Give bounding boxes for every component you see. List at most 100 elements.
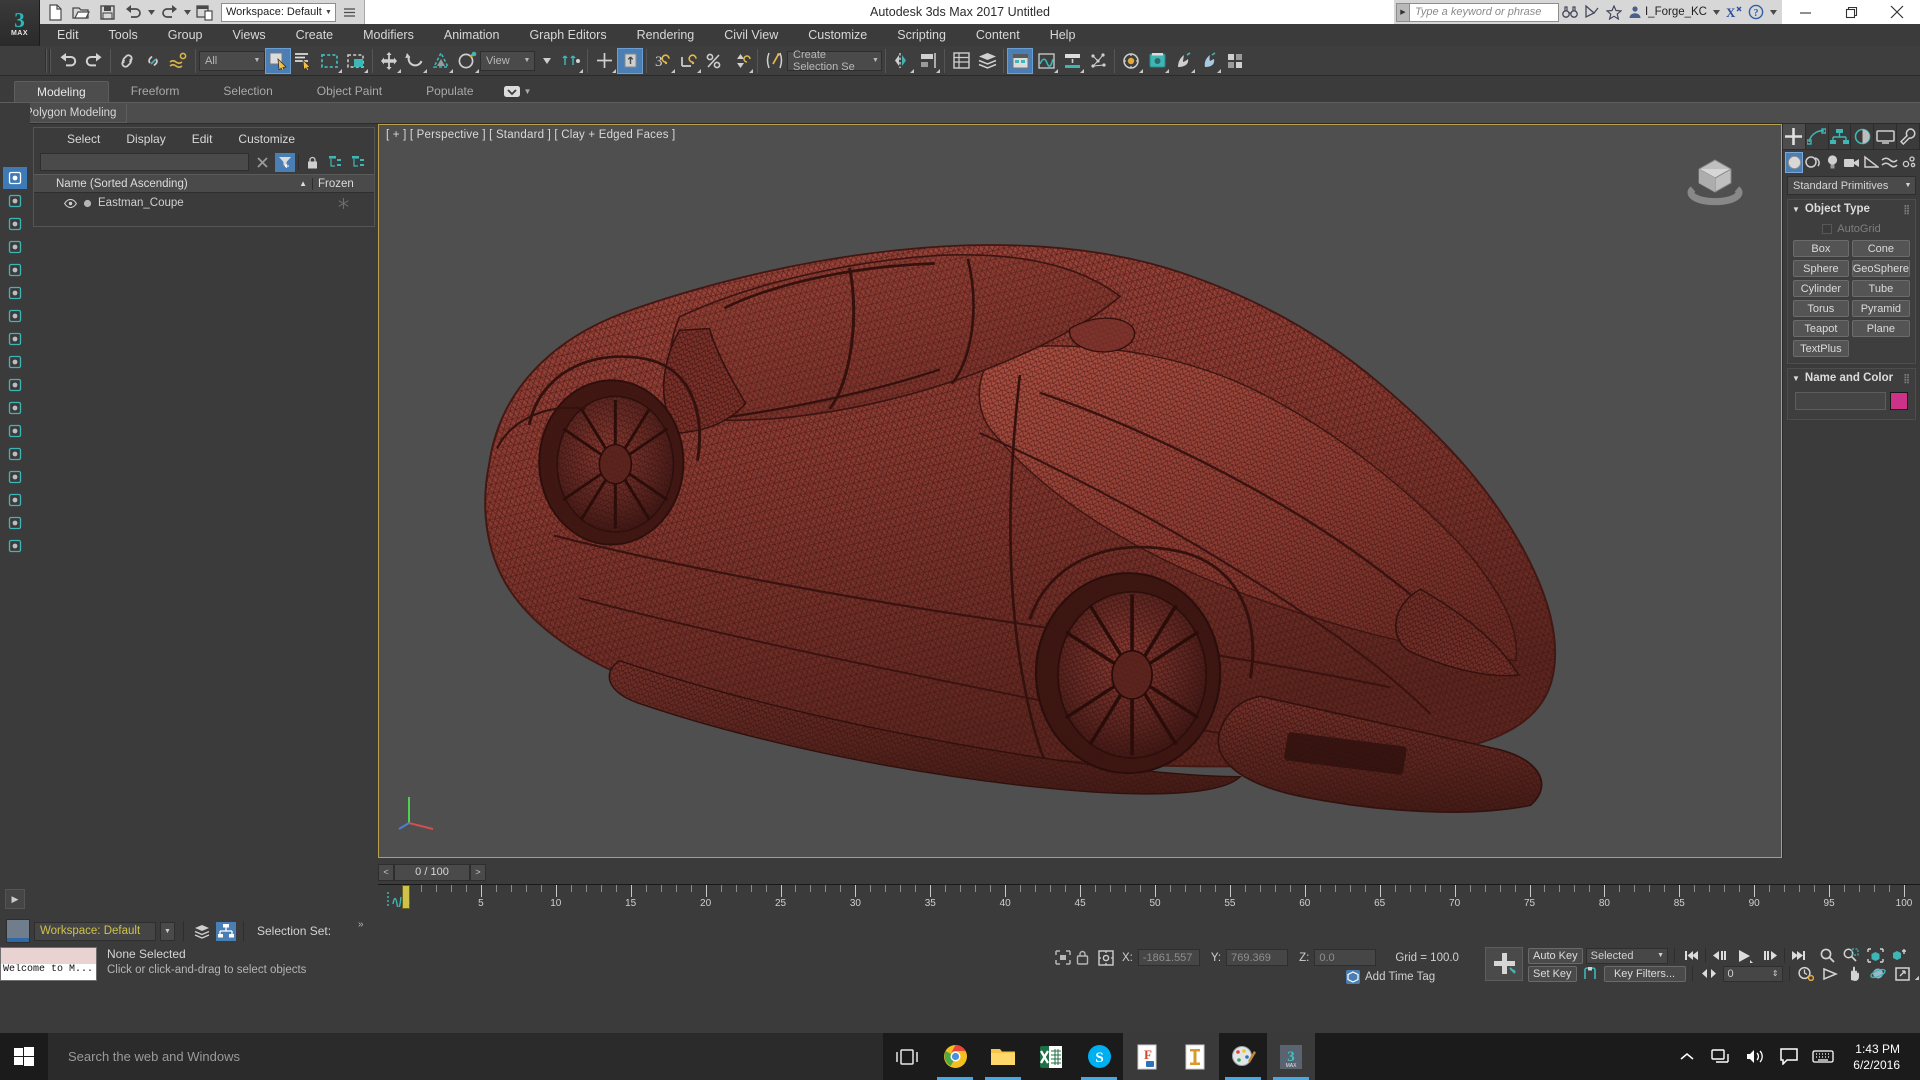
funnel-icon[interactable] bbox=[3, 512, 27, 534]
scene-object-entry[interactable]: Eastman_Coupe bbox=[34, 197, 312, 209]
menu-item-content[interactable]: Content bbox=[961, 24, 1035, 46]
menu-item-customize[interactable]: Customize bbox=[793, 24, 882, 46]
primitive-button-textplus[interactable]: TextPlus bbox=[1793, 340, 1849, 357]
ribbon-tab-freeform[interactable]: Freeform bbox=[109, 81, 202, 102]
help-dropdown-icon[interactable] bbox=[1767, 1, 1780, 23]
pan-icon[interactable] bbox=[1844, 965, 1865, 982]
primitive-button-cone[interactable]: Cone bbox=[1851, 240, 1910, 257]
zoom-extents-all-icon[interactable] bbox=[1889, 947, 1910, 964]
rollout-header-name-and-color[interactable]: ▼ Name and Color ⣿ bbox=[1788, 369, 1915, 387]
listener-white-field[interactable]: Welcome to M... bbox=[1, 964, 96, 980]
new-file-icon[interactable] bbox=[42, 1, 68, 23]
explorer-menu-display[interactable]: Display bbox=[113, 132, 178, 146]
listener-pink-field[interactable] bbox=[1, 948, 96, 964]
ribbon-tab-modeling[interactable]: Modeling bbox=[14, 81, 109, 102]
project-folder-icon[interactable] bbox=[192, 1, 218, 23]
explorer-menu-customize[interactable]: Customize bbox=[225, 132, 308, 146]
select-and-rotate-icon[interactable] bbox=[402, 48, 428, 74]
scene-explorer-toggle-icon[interactable] bbox=[216, 921, 236, 941]
primitive-button-box[interactable]: Box bbox=[1793, 240, 1849, 257]
keyboard-icon[interactable] bbox=[1807, 1033, 1839, 1080]
object-category-combo[interactable]: Standard Primitives ▼ bbox=[1787, 176, 1916, 195]
primitive-button-torus[interactable]: Torus bbox=[1793, 300, 1849, 317]
curve-editor-icon[interactable] bbox=[1033, 48, 1059, 74]
taskbar-clock[interactable]: 1:43 PM 6/2/2016 bbox=[1841, 1033, 1912, 1080]
render-iterative-icon[interactable] bbox=[1222, 48, 1248, 74]
absolute-relative-toggle-icon[interactable] bbox=[1098, 949, 1114, 966]
next-frame-icon[interactable] bbox=[1760, 947, 1781, 964]
select-by-name-icon[interactable] bbox=[291, 48, 317, 74]
collapse-arrow-icon[interactable]: ▼ bbox=[1792, 374, 1800, 383]
primitive-button-cylinder[interactable]: Cylinder bbox=[1793, 280, 1849, 297]
primitive-button-geosphere[interactable]: GeoSphere bbox=[1851, 260, 1910, 277]
redo-icon[interactable] bbox=[81, 48, 107, 74]
close-button[interactable] bbox=[1874, 0, 1920, 24]
layer-stack-icon[interactable] bbox=[192, 922, 212, 941]
grid-icon[interactable] bbox=[3, 374, 27, 396]
time-configuration-icon[interactable] bbox=[1796, 965, 1817, 982]
explorer-menu-select[interactable]: Select bbox=[54, 132, 113, 146]
select-rotate-icon[interactable] bbox=[3, 213, 27, 235]
time-tag-icon[interactable] bbox=[1345, 969, 1361, 985]
expand-left-panel-icon[interactable]: ▶ bbox=[5, 889, 25, 909]
collapse-arrow-icon[interactable]: ▼ bbox=[1792, 205, 1800, 214]
skype-icon[interactable]: S bbox=[1075, 1033, 1123, 1080]
help-icon[interactable]: ? bbox=[1745, 1, 1767, 23]
y-coord-input[interactable]: 769.369 bbox=[1226, 949, 1289, 966]
object-name-label[interactable]: Eastman_Coupe bbox=[98, 197, 184, 209]
taskbar-search-box[interactable]: Search the web and Windows bbox=[48, 1033, 883, 1080]
display-tab[interactable] bbox=[1874, 124, 1898, 149]
infocenter-expand-icon[interactable]: ▶ bbox=[1395, 2, 1409, 22]
object-name-input[interactable] bbox=[1795, 392, 1886, 410]
move-tool-icon[interactable] bbox=[3, 282, 27, 304]
align-icon[interactable] bbox=[915, 48, 941, 74]
primitive-button-pyramid[interactable]: Pyramid bbox=[1851, 300, 1910, 317]
workspace-menu-icon[interactable] bbox=[336, 1, 362, 23]
unlink-selection-icon[interactable] bbox=[140, 48, 166, 74]
selection-lock-icon[interactable] bbox=[1076, 950, 1089, 965]
add-time-tag-label[interactable]: Add Time Tag bbox=[1365, 971, 1435, 983]
paint-icon[interactable] bbox=[1219, 1033, 1267, 1080]
column-header-frozen[interactable]: Frozen bbox=[312, 177, 374, 190]
space-warps-icon[interactable] bbox=[1881, 152, 1899, 173]
time-slider[interactable]: < 0 / 100 > bbox=[378, 860, 1782, 884]
undo-dropdown-icon[interactable] bbox=[146, 1, 156, 23]
selection-filter-combo[interactable]: All ▼ bbox=[199, 50, 265, 71]
maxscript-mini-listener[interactable]: Welcome to M... bbox=[0, 947, 97, 981]
filter-icon[interactable] bbox=[275, 152, 295, 172]
select-and-move-icon[interactable] bbox=[376, 48, 402, 74]
filter-icon[interactable] bbox=[3, 489, 27, 511]
toolbar-grip[interactable] bbox=[45, 48, 52, 74]
menu-item-rendering[interactable]: Rendering bbox=[622, 24, 710, 46]
layer-explorer-icon[interactable] bbox=[948, 48, 974, 74]
render-production-icon[interactable] bbox=[1196, 48, 1222, 74]
redo-dropdown-icon[interactable] bbox=[182, 1, 192, 23]
maximize-button[interactable] bbox=[1828, 0, 1874, 24]
rollout-grip-icon[interactable]: ⣿ bbox=[1903, 204, 1911, 215]
primitive-button-tube[interactable]: Tube bbox=[1851, 280, 1910, 297]
rollout-grip-icon[interactable]: ⣿ bbox=[1903, 373, 1911, 384]
reference-coordinate-system-combo[interactable]: View ▼ bbox=[480, 50, 535, 71]
use-selection-center-icon[interactable] bbox=[591, 48, 617, 74]
autogrid-row[interactable]: AutoGrid bbox=[1793, 221, 1910, 237]
perspective-viewport[interactable]: [ + ] [ Perspective ] [ Standard ] [ Cla… bbox=[378, 124, 1782, 858]
snaps-toggle-icon[interactable]: 3 bbox=[650, 48, 676, 74]
rollout-header-object-type[interactable]: ▼ Object Type ⣿ bbox=[1788, 200, 1915, 218]
ribbon-more-icon[interactable]: ▼ bbox=[496, 81, 540, 102]
z-coord-input[interactable]: 0.0 bbox=[1314, 949, 1377, 966]
scene-explorer-stack-icon[interactable] bbox=[974, 48, 1000, 74]
menu-item-modifiers[interactable]: Modifiers bbox=[348, 24, 429, 46]
view-cube[interactable] bbox=[1669, 147, 1761, 219]
undo-icon[interactable] bbox=[55, 48, 81, 74]
visibility-eye-icon[interactable] bbox=[64, 198, 77, 208]
excel-icon[interactable] bbox=[1027, 1033, 1075, 1080]
lights-icon[interactable] bbox=[1823, 152, 1841, 173]
collapse-all-icon[interactable] bbox=[348, 153, 368, 172]
open-file-icon[interactable] bbox=[68, 1, 94, 23]
field-of-view-icon[interactable] bbox=[1820, 965, 1841, 982]
table-row[interactable]: Eastman_Coupe bbox=[34, 193, 374, 213]
percent-snap-toggle-icon[interactable] bbox=[702, 48, 728, 74]
render-setup-icon[interactable] bbox=[1144, 48, 1170, 74]
select-and-link-icon[interactable] bbox=[114, 48, 140, 74]
material-editor-icon[interactable] bbox=[1118, 48, 1144, 74]
